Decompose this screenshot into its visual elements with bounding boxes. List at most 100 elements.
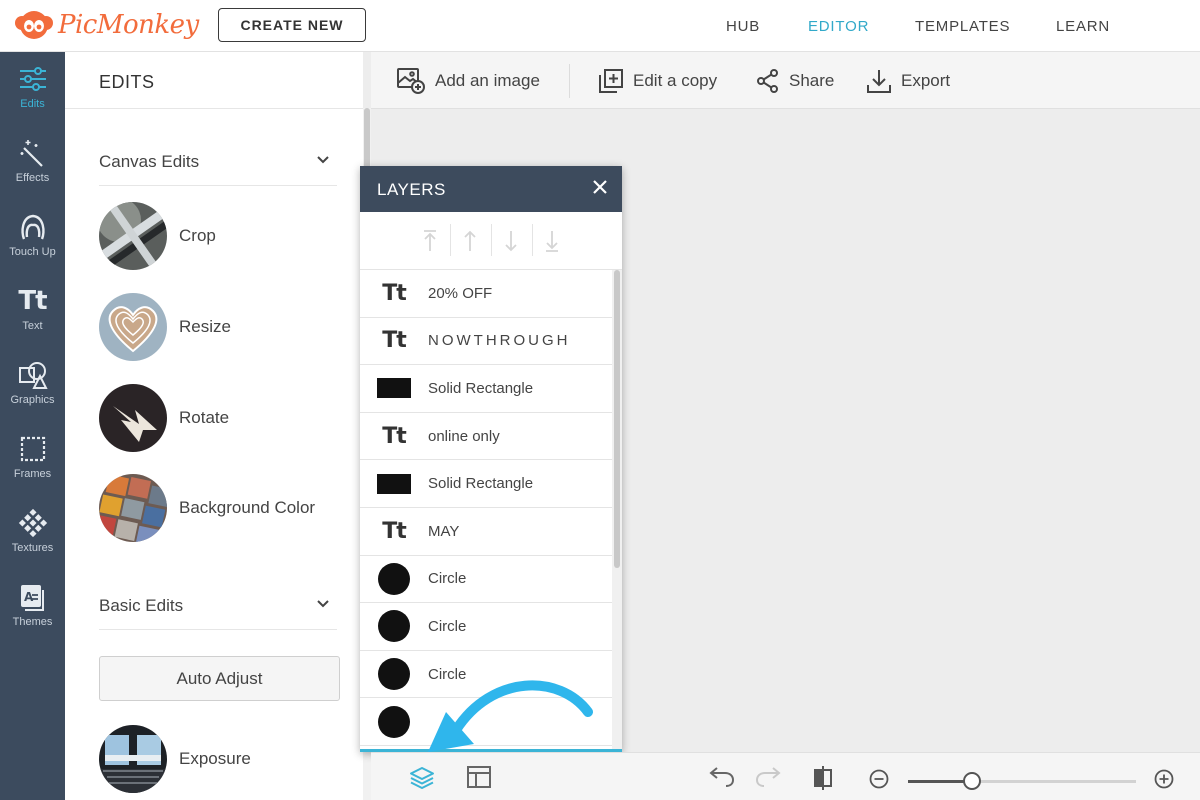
move-up-icon[interactable] <box>450 224 490 258</box>
edit-label: Exposure <box>179 749 251 768</box>
layer-row[interactable]: Solid Rectangle <box>360 365 612 413</box>
edit-item-rotate[interactable]: Rotate <box>99 383 349 453</box>
monkey-logo-icon <box>15 11 53 39</box>
layers-icon[interactable] <box>409 765 435 791</box>
layers-header: LAYERS <box>360 166 622 212</box>
crop-thumbnail <box>99 202 167 270</box>
send-to-back-icon[interactable] <box>532 224 572 258</box>
picmonkey-logo[interactable]: PicMonkey <box>14 6 199 44</box>
chevron-down-icon <box>317 600 329 608</box>
text-layer-icon: Tt <box>382 423 407 449</box>
edit-item-background-color[interactable]: Background Color <box>99 473 349 543</box>
circle-layer-icon <box>360 658 428 691</box>
add-image-label: Add an image <box>435 70 540 90</box>
rail-label: Text <box>22 320 43 332</box>
editor-toolbar: Add an image Edit a copy Share Export <box>371 52 1200 109</box>
sliders-icon <box>18 64 48 94</box>
grid-layout-icon[interactable] <box>467 765 491 789</box>
add-image-button[interactable]: Add an image <box>397 52 540 109</box>
share-label: Share <box>789 70 835 90</box>
export-button[interactable]: Export <box>867 52 950 109</box>
edit-label: Background Color <box>179 498 316 517</box>
share-button[interactable]: Share <box>757 52 834 109</box>
section-label: Basic Edits <box>99 596 184 615</box>
nav-learn[interactable]: LEARN <box>1056 0 1110 52</box>
layer-row[interactable]: Tt MAY <box>360 508 612 556</box>
rotate-thumbnail <box>99 384 167 452</box>
layer-row[interactable]: Tt 20% OFF <box>360 270 612 318</box>
layer-name: 20% OFF <box>428 284 493 302</box>
rectangle-layer-icon <box>360 378 428 399</box>
layer-row[interactable]: Circle <box>360 603 612 651</box>
redo-icon[interactable] <box>755 765 781 787</box>
zoom-slider[interactable] <box>908 772 1136 790</box>
top-bar: PicMonkey CREATE NEW HUB EDITOR TEMPLATE… <box>0 0 1200 52</box>
zoom-slider-handle[interactable] <box>963 772 981 790</box>
layers-scrollbar[interactable] <box>612 270 622 750</box>
zoom-out-icon[interactable] <box>869 769 889 789</box>
edit-label: Rotate <box>179 408 230 427</box>
rail-label: Themes <box>12 616 53 628</box>
edit-label: Crop <box>179 226 216 245</box>
share-icon <box>757 68 779 93</box>
layer-name: Solid Rectangle <box>428 379 534 397</box>
bring-to-front-icon[interactable] <box>410 224 450 258</box>
magic-wand-icon <box>18 138 48 168</box>
annotation-arrow <box>428 680 593 752</box>
canvas-edits-section[interactable]: Canvas Edits <box>99 138 337 186</box>
layer-name: online only <box>428 427 500 445</box>
background-color-thumbnail <box>99 474 167 542</box>
rail-label: Textures <box>11 542 54 554</box>
logo-text: PicMonkey <box>58 10 199 40</box>
chevron-down-icon <box>317 156 329 164</box>
rectangle-layer-icon <box>360 473 428 494</box>
auto-adjust-button[interactable]: Auto Adjust <box>99 656 340 701</box>
edits-panel: EDITS Canvas Edits Crop Resize Rotate Ba… <box>65 52 363 800</box>
zoom-in-icon[interactable] <box>1154 769 1174 789</box>
rail-item-frames[interactable]: Frames <box>0 422 65 494</box>
nav-templates[interactable]: TEMPLATES <box>915 0 1010 52</box>
layer-name: MAY <box>428 522 460 540</box>
nav-editor[interactable]: EDITOR <box>808 0 869 52</box>
rail-item-touch-up[interactable]: Touch Up <box>0 200 65 272</box>
layer-row[interactable]: Tt online only <box>360 413 612 461</box>
compare-icon[interactable] <box>812 765 834 791</box>
rail-item-effects[interactable]: Effects <box>0 126 65 198</box>
face-icon <box>18 212 48 242</box>
layers-panel: LAYERS Tt 20% OFF Tt NOWTHROUGH Solid Re… <box>360 166 622 752</box>
circle-layer-icon <box>360 610 428 643</box>
texture-icon <box>18 508 48 538</box>
rail-item-text[interactable]: Tt Text <box>0 274 65 346</box>
circle-layer-icon <box>360 562 428 595</box>
layer-order-controls <box>360 212 622 270</box>
edit-label: Resize <box>179 317 231 336</box>
exposure-thumbnail <box>99 725 167 793</box>
edit-copy-button[interactable]: Edit a copy <box>599 52 717 109</box>
text-layer-icon: Tt <box>382 518 407 544</box>
move-down-icon[interactable] <box>491 224 531 258</box>
rail-item-edits[interactable]: Edits <box>0 52 65 124</box>
circle-layer-icon <box>360 705 428 738</box>
copy-icon <box>599 68 623 93</box>
nav-hub[interactable]: HUB <box>726 0 760 52</box>
layer-name: Solid Rectangle <box>428 475 534 493</box>
edits-header: EDITS <box>65 52 363 109</box>
rail-label: Effects <box>15 172 50 184</box>
edit-item-crop[interactable]: Crop <box>99 201 349 271</box>
edit-item-exposure[interactable]: Exposure <box>99 724 349 794</box>
rail-label: Frames <box>13 468 52 480</box>
create-new-button[interactable]: CREATE NEW <box>218 8 366 42</box>
basic-edits-section[interactable]: Basic Edits <box>99 582 337 630</box>
layer-row[interactable]: Circle <box>360 556 612 604</box>
layer-row[interactable]: Tt NOWTHROUGH <box>360 318 612 366</box>
rail-item-themes[interactable]: A Themes <box>0 570 65 642</box>
rail-item-textures[interactable]: Textures <box>0 496 65 568</box>
rail-item-graphics[interactable]: Graphics <box>0 348 65 420</box>
text-layer-icon: Tt <box>382 328 407 354</box>
text-icon: Tt <box>18 286 47 316</box>
scrollbar-thumb[interactable] <box>614 270 620 568</box>
layer-row[interactable]: Solid Rectangle <box>360 460 612 508</box>
close-icon[interactable] <box>592 179 608 195</box>
edit-item-resize[interactable]: Resize <box>99 292 349 362</box>
undo-icon[interactable] <box>709 765 735 787</box>
